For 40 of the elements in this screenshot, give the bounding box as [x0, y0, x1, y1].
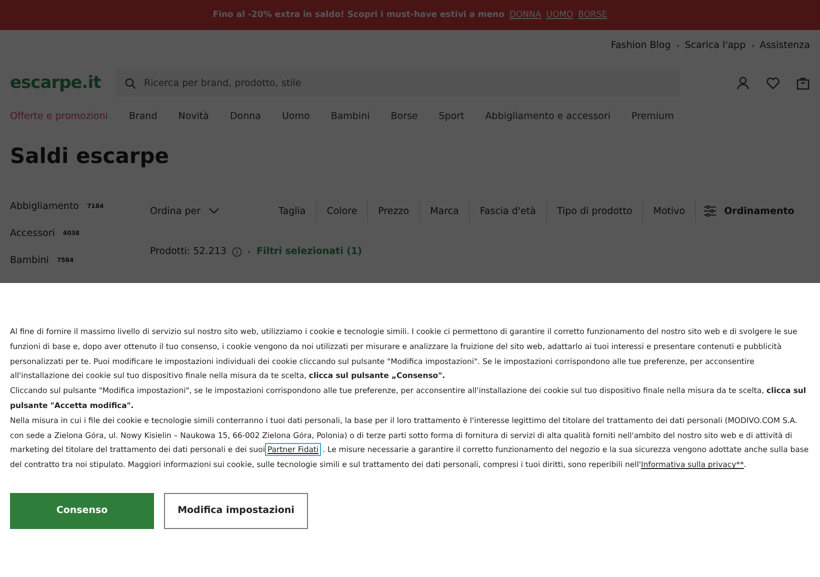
nav-item[interactable]: Borse — [390, 111, 418, 122]
nav-item[interactable]: Uomo — [282, 111, 310, 122]
nav-item[interactable]: Brand — [128, 111, 158, 122]
category-link[interactable]: Accessori — [10, 228, 55, 239]
filter-button[interactable]: Motivo — [643, 200, 696, 222]
top-link[interactable]: Assistenza — [760, 40, 810, 51]
promo-text: Fino al -20% extra in saldo! Scopri i must-have estivi a meno — [212, 10, 504, 20]
consent-button[interactable]: Consenso — [10, 492, 154, 529]
filter-button[interactable]: Tipo di prodotto — [546, 200, 644, 222]
user-icon[interactable] — [736, 76, 750, 90]
nav-item[interactable]: Bambini — [330, 111, 370, 122]
nav-item[interactable]: Abbigliamento e accessori — [485, 111, 611, 122]
bag-icon[interactable] — [796, 76, 810, 90]
product-count: Prodotti: 52.213 — [150, 246, 226, 257]
filter-button[interactable]: Marca — [420, 200, 470, 222]
nav-item[interactable]: Sport — [438, 111, 464, 122]
filter-button[interactable]: Prezzo — [368, 200, 420, 222]
selected-filters-link[interactable]: Filtri selezionati (1) — [256, 246, 362, 257]
sort-button[interactable]: Ordinamento — [696, 204, 800, 218]
settings-button[interactable]: Modifica impostazioni — [164, 492, 308, 529]
promo-link[interactable]: BORSE — [578, 10, 608, 20]
category-link[interactable]: Bambini — [10, 255, 49, 266]
nav-item[interactable]: Donna — [230, 111, 261, 122]
info-icon[interactable] — [232, 246, 242, 256]
heart-icon[interactable] — [766, 76, 780, 90]
category-link[interactable]: Abbigliamento — [10, 201, 79, 212]
chevron-down-icon — [208, 208, 219, 214]
promo-link[interactable]: DONNA — [509, 10, 542, 20]
nav-item[interactable]: Premium — [632, 111, 674, 122]
top-link[interactable]: Fashion Blog — [610, 40, 671, 51]
filter-button[interactable]: Fascia d'età — [470, 200, 547, 222]
page-title: Saldi escarpe — [9, 143, 170, 170]
sliders-icon — [704, 205, 716, 217]
sort-dropdown[interactable]: Ordina per — [150, 206, 269, 216]
top-link[interactable]: Scarica l'app — [684, 40, 746, 51]
promo-link[interactable]: UOMO — [546, 10, 574, 20]
filter-button[interactable]: Taglia — [268, 200, 317, 222]
filter-button[interactable]: Colore — [316, 200, 368, 222]
nav-item[interactable]: Novità — [178, 111, 209, 122]
nav-item[interactable]: Offerte e promozioni — [10, 111, 108, 122]
